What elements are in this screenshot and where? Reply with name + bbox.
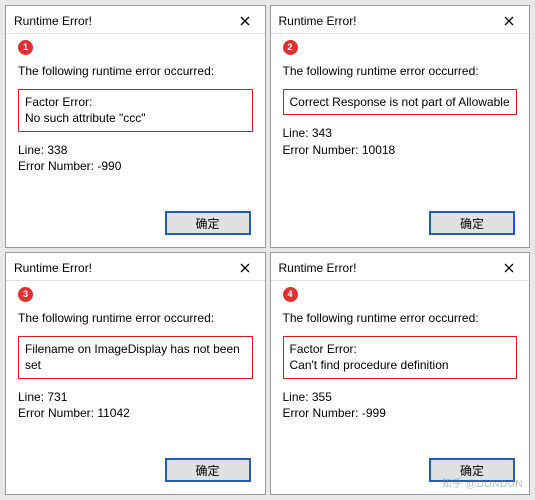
dialog-body: 2 The following runtime error occurred: … — [271, 34, 530, 203]
error-meta: Line: 355 Error Number: -999 — [283, 389, 518, 423]
intro-text: The following runtime error occurred: — [18, 63, 253, 79]
error-meta: Line: 343 Error Number: 10018 — [283, 125, 518, 159]
window-title: Runtime Error! — [14, 14, 92, 28]
close-button[interactable] — [231, 11, 259, 31]
dialog-number-badge: 2 — [283, 40, 298, 55]
titlebar: Runtime Error! — [6, 253, 265, 281]
window-title: Runtime Error! — [279, 14, 357, 28]
close-button[interactable] — [495, 258, 523, 278]
button-row: 确定 — [271, 203, 530, 247]
error-message-box: Filename on ImageDisplay has not been se… — [18, 336, 253, 378]
ok-button[interactable]: 确定 — [165, 211, 251, 235]
dialog-number-badge: 3 — [18, 287, 33, 302]
runtime-error-dialog: Runtime Error! 1 The following runtime e… — [5, 5, 266, 248]
dialog-body: 1 The following runtime error occurred: … — [6, 34, 265, 203]
intro-text: The following runtime error occurred: — [283, 310, 518, 326]
error-message-box: Correct Response is not part of Allowabl… — [283, 89, 518, 115]
line-number: Line: 355 — [283, 389, 518, 406]
runtime-error-dialog: Runtime Error! 4 The following runtime e… — [270, 252, 531, 495]
close-icon — [504, 16, 514, 26]
error-message-box: Factor Error: Can't find procedure defin… — [283, 336, 518, 378]
runtime-error-dialog: Runtime Error! 3 The following runtime e… — [5, 252, 266, 495]
error-number: Error Number: 11042 — [18, 405, 253, 422]
button-row: 确定 — [6, 203, 265, 247]
runtime-error-dialog: Runtime Error! 2 The following runtime e… — [270, 5, 531, 248]
button-row: 确定 — [271, 450, 530, 494]
ok-button[interactable]: 确定 — [429, 211, 515, 235]
dialog-body: 3 The following runtime error occurred: … — [6, 281, 265, 450]
line-number: Line: 731 — [18, 389, 253, 406]
error-line: Can't find procedure definition — [290, 357, 511, 373]
button-row: 确定 — [6, 450, 265, 494]
error-line: No such attribute "ccc" — [25, 110, 246, 126]
line-number: Line: 338 — [18, 142, 253, 159]
titlebar: Runtime Error! — [271, 253, 530, 281]
dialog-grid: Runtime Error! 1 The following runtime e… — [5, 5, 530, 495]
error-number: Error Number: 10018 — [283, 142, 518, 159]
dialog-body: 4 The following runtime error occurred: … — [271, 281, 530, 450]
dialog-number-badge: 4 — [283, 287, 298, 302]
close-icon — [240, 16, 250, 26]
titlebar: Runtime Error! — [6, 6, 265, 34]
intro-text: The following runtime error occurred: — [283, 63, 518, 79]
close-icon — [504, 263, 514, 273]
window-title: Runtime Error! — [14, 261, 92, 275]
error-number: Error Number: -990 — [18, 158, 253, 175]
intro-text: The following runtime error occurred: — [18, 310, 253, 326]
error-meta: Line: 338 Error Number: -990 — [18, 142, 253, 176]
titlebar: Runtime Error! — [271, 6, 530, 34]
line-number: Line: 343 — [283, 125, 518, 142]
error-line: Factor Error: — [25, 94, 246, 110]
close-button[interactable] — [495, 11, 523, 31]
error-line: Correct Response is not part of Allowabl… — [290, 94, 511, 110]
close-button[interactable] — [231, 258, 259, 278]
error-meta: Line: 731 Error Number: 11042 — [18, 389, 253, 423]
window-title: Runtime Error! — [279, 261, 357, 275]
dialog-number-badge: 1 — [18, 40, 33, 55]
error-line: Filename on ImageDisplay has not been se… — [25, 341, 246, 373]
error-message-box: Factor Error: No such attribute "ccc" — [18, 89, 253, 131]
ok-button[interactable]: 确定 — [165, 458, 251, 482]
error-number: Error Number: -999 — [283, 405, 518, 422]
close-icon — [240, 263, 250, 273]
error-line: Factor Error: — [290, 341, 511, 357]
ok-button[interactable]: 确定 — [429, 458, 515, 482]
